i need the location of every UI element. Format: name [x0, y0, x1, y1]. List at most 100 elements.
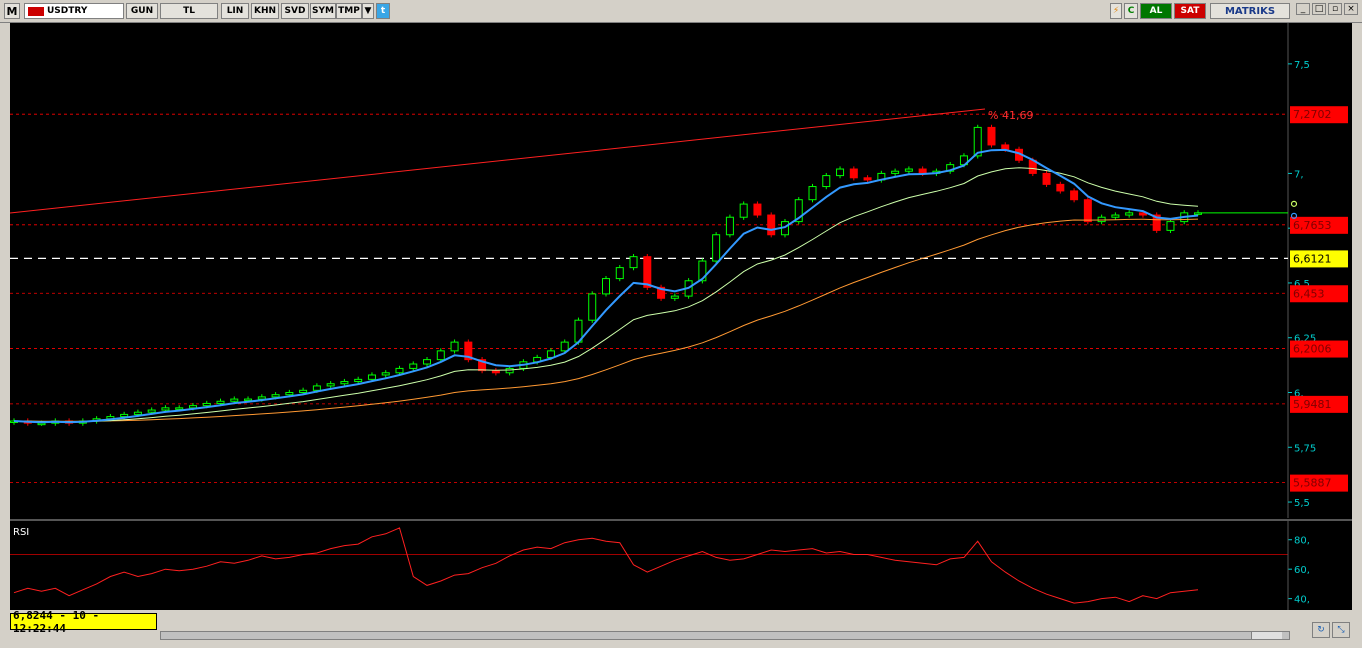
- candle-body: [753, 203, 762, 216]
- period-button[interactable]: GUN: [126, 3, 158, 19]
- horizontal-scrollbar[interactable]: [160, 631, 1290, 640]
- candle-body: [491, 370, 500, 374]
- rsi-tick-label: 60,: [1294, 565, 1310, 576]
- candle-body: [1111, 214, 1120, 218]
- price-chart[interactable]: 7,57,6,756,56,256,5,755,57,27026,76536,6…: [9, 23, 1352, 630]
- candle-body: [312, 385, 321, 391]
- symbol-label: USDTRY: [47, 6, 88, 16]
- price-level-label: 5,5887: [1293, 477, 1332, 490]
- candle-body: [326, 383, 335, 387]
- ema-marker-icon: [1290, 200, 1298, 207]
- candle-body: [244, 398, 253, 402]
- candle-body: [1001, 144, 1010, 150]
- rsi-label: RSI: [13, 527, 29, 538]
- scrollbar-thumb[interactable]: [1251, 632, 1282, 639]
- candle-body: [505, 367, 514, 374]
- svd-button[interactable]: SVD: [281, 3, 309, 19]
- maximize-icon[interactable]: □: [1312, 3, 1326, 15]
- candle-body: [340, 381, 349, 385]
- ema-slow-line: [13, 218, 1199, 422]
- price-level-label: 6,6121: [1293, 252, 1332, 265]
- candle-body: [712, 234, 721, 262]
- candle-body: [175, 407, 184, 410]
- candle-body: [188, 405, 197, 409]
- candle-body: [381, 372, 390, 376]
- price-level-label: 6,7653: [1293, 219, 1332, 232]
- y-tick-label: 5,75: [1294, 443, 1316, 454]
- sell-button[interactable]: SAT: [1174, 3, 1206, 19]
- candle-body: [395, 367, 404, 374]
- candle-body: [367, 374, 376, 380]
- candle-body: [230, 398, 239, 402]
- lightning-icon[interactable]: ⚡: [1110, 3, 1122, 19]
- chart-area[interactable]: 7,57,6,756,56,256,5,755,57,27026,76536,6…: [9, 23, 1352, 630]
- toolbar: M USDTRY GUN TL LIN KHN SVD SYM TMP ▼ t …: [0, 0, 1362, 23]
- candle-body: [450, 341, 459, 352]
- candle-body: [849, 168, 858, 179]
- candle-body: [891, 170, 900, 174]
- price-level-label: 6,2006: [1293, 343, 1332, 356]
- candle-body: [1097, 216, 1106, 223]
- candle-body: [643, 256, 652, 288]
- candle-body: [1056, 183, 1065, 192]
- candle-body: [615, 267, 624, 280]
- price-level-label: 7,2702: [1293, 108, 1332, 121]
- candle-body: [285, 392, 294, 396]
- candle-body: [354, 378, 363, 383]
- candle-body: [216, 400, 225, 404]
- candle-body: [1042, 172, 1051, 185]
- status-readout: 6,8244 - 10 - 12:22:44: [10, 609, 157, 635]
- candle-body: [299, 389, 308, 393]
- scale-button[interactable]: LIN: [221, 3, 249, 19]
- candle-body: [808, 186, 817, 201]
- price-level-label: 5,9481: [1293, 398, 1332, 411]
- candle-body: [739, 203, 748, 218]
- refresh-icon[interactable]: C: [1124, 3, 1138, 19]
- candle-body: [161, 407, 170, 411]
- candle-body: [725, 216, 734, 236]
- sym-button[interactable]: SYM: [310, 3, 336, 19]
- dropdown-arrow-icon[interactable]: ▼: [362, 3, 374, 19]
- candle-body: [987, 126, 996, 146]
- flag-icon: [28, 6, 44, 16]
- percent-annotation: % 41,69: [988, 109, 1033, 122]
- price-level-label: 6,453: [1293, 287, 1325, 300]
- rsi-tick-label: 80,: [1294, 536, 1310, 547]
- symbol-field[interactable]: USDTRY: [24, 3, 124, 19]
- trend-line: [9, 108, 986, 214]
- candle-body: [588, 293, 597, 321]
- close-icon[interactable]: ×: [1344, 3, 1358, 15]
- panel-separator: [10, 519, 1352, 521]
- sync-icon[interactable]: ↻: [1312, 622, 1330, 638]
- candle-body: [133, 411, 142, 415]
- y-tick-label: 7,5: [1294, 60, 1310, 71]
- currency-button[interactable]: TL: [160, 3, 218, 19]
- tmp-button[interactable]: TMP: [336, 3, 362, 19]
- candle-body: [767, 214, 776, 236]
- cursor-icon[interactable]: ⤡: [1332, 622, 1350, 638]
- y-tick-label: 7,: [1294, 169, 1304, 180]
- twitter-icon[interactable]: t: [376, 3, 390, 19]
- khn-button[interactable]: KHN: [251, 3, 279, 19]
- candle-body: [423, 359, 432, 365]
- candle-body: [120, 413, 129, 418]
- rsi-line: [13, 527, 1199, 604]
- restore-icon[interactable]: ▫: [1328, 3, 1342, 15]
- candle-body: [257, 396, 266, 400]
- y-tick-label: 5,5: [1294, 498, 1310, 509]
- candle-body: [670, 295, 679, 299]
- rsi-tick-label: 40,: [1294, 595, 1310, 606]
- candle-body: [1125, 212, 1134, 216]
- buy-button[interactable]: AL: [1140, 3, 1172, 19]
- app-logo[interactable]: M: [4, 3, 20, 19]
- candle-body: [629, 256, 638, 269]
- candle-body: [863, 177, 872, 181]
- candle-body: [436, 350, 445, 361]
- candle-body: [904, 168, 913, 172]
- brand-logo: MATRIKS: [1210, 3, 1290, 19]
- candle-body: [822, 175, 831, 188]
- candle-body: [37, 422, 46, 426]
- candle-body: [147, 409, 156, 413]
- candle-body: [1166, 221, 1175, 231]
- minimize-icon[interactable]: _: [1296, 3, 1310, 15]
